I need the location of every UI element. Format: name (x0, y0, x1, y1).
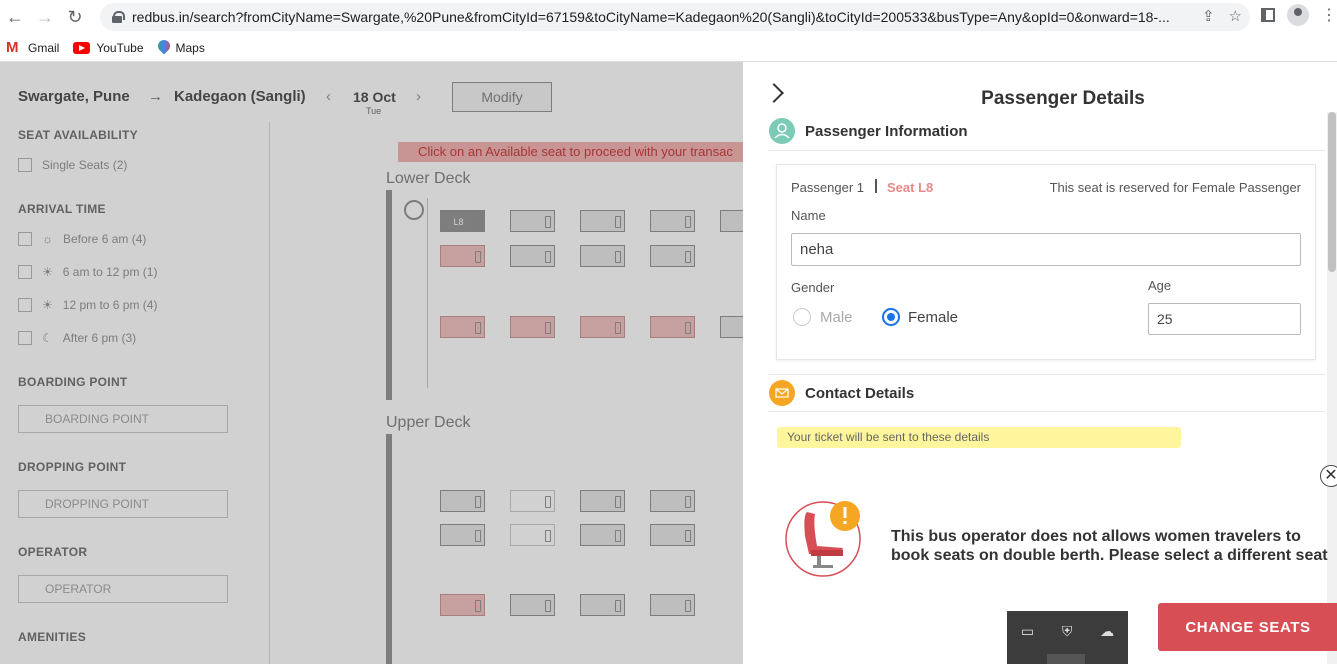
share-icon[interactable]: ⇪ (1202, 7, 1215, 25)
seat-label: Seat L8 (887, 180, 934, 195)
male-radio[interactable] (793, 308, 811, 326)
url-text[interactable]: redbus.in/search?fromCityName=Swargate,%… (132, 9, 1172, 25)
scrollbar-thumb[interactable] (1328, 112, 1336, 272)
profile-avatar[interactable] (1287, 4, 1309, 26)
address-bar[interactable]: redbus.in/search?fromCityName=Swargate,%… (100, 3, 1250, 31)
divider (769, 374, 1325, 375)
passenger-info-title: Passenger Information (805, 123, 968, 140)
lock-icon (112, 11, 125, 23)
name-input[interactable]: neha (791, 233, 1301, 266)
forward-icon[interactable]: → (30, 2, 60, 32)
bookmarks-bar: Gmail YouTube Maps (0, 34, 1337, 62)
male-label: Male (820, 309, 853, 326)
passenger-label: Passenger 1 (791, 180, 864, 195)
name-label: Name (791, 208, 826, 223)
reload-icon[interactable]: ↻ (60, 2, 90, 32)
change-seats-button[interactable]: CHANGE SEATS (1158, 603, 1337, 651)
cloud-icon[interactable]: ☁ (1100, 623, 1114, 640)
system-tray: ▭ ⛨ ☁ (1007, 611, 1128, 664)
female-radio[interactable] (882, 308, 900, 326)
gender-label: Gender (791, 280, 835, 295)
mail-icon (769, 380, 795, 406)
bookmark-label: Gmail (28, 40, 60, 55)
passenger-card: Passenger 1 Seat L8 This seat is reserve… (776, 164, 1316, 360)
bookmark-maps[interactable]: Maps (158, 40, 205, 56)
gmail-icon (6, 39, 22, 56)
back-icon[interactable]: ← (0, 2, 30, 32)
star-icon[interactable]: ☆ (1229, 7, 1242, 25)
bookmark-gmail[interactable]: Gmail (6, 39, 60, 56)
age-label: Age (1148, 278, 1172, 293)
age-input[interactable]: 25 (1148, 303, 1301, 335)
passenger-details-panel: Passenger Details Passenger Information … (743, 62, 1337, 664)
security-shield-icon[interactable]: ⛨ (1062, 623, 1073, 640)
ticket-note: Your ticket will be sent to these detail… (777, 427, 1181, 448)
divider (875, 179, 877, 193)
bookmark-youtube[interactable]: YouTube (73, 40, 144, 55)
close-icon[interactable]: ✕ (1320, 465, 1337, 487)
reserved-note: This seat is reserved for Female Passeng… (1049, 180, 1301, 195)
browser-toolbar: ← → ↻ redbus.in/search?fromCityName=Swar… (0, 0, 1337, 34)
modal-backdrop[interactable] (0, 62, 743, 664)
menu-icon[interactable]: ⋮ (1321, 5, 1337, 25)
seat-warning-icon (783, 494, 873, 579)
panel-scrollbar[interactable] (1327, 112, 1337, 664)
warning-message: This bus operator does not allows women … (891, 528, 1328, 564)
divider (769, 150, 1325, 151)
tray-overflow[interactable] (1047, 654, 1085, 664)
panel-title: Passenger Details (981, 88, 1145, 109)
youtube-icon (73, 41, 91, 54)
user-icon (769, 118, 795, 144)
sidepanel-icon[interactable] (1261, 8, 1275, 22)
bookmark-label: YouTube (96, 40, 144, 55)
contact-details-title: Contact Details (805, 385, 915, 402)
maps-icon (158, 40, 170, 56)
female-label: Female (908, 309, 959, 326)
bookmark-label: Maps (175, 40, 205, 55)
divider (769, 411, 1325, 412)
search-results-page: Swargate, Pune → Kadegaon (Sangli) ‹ 18 … (0, 62, 743, 664)
notification-icon[interactable]: ▭ (1021, 623, 1034, 640)
